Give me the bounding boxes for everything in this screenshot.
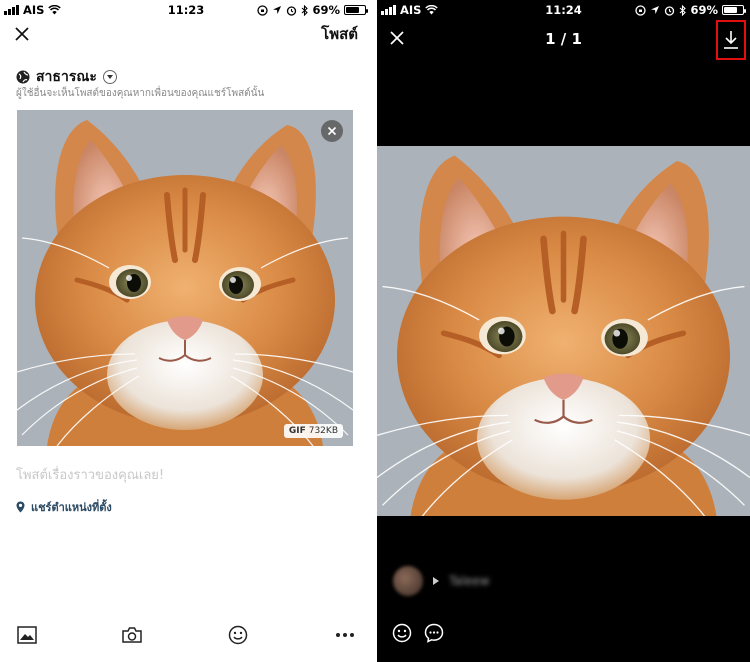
file-type: GIF	[288, 426, 306, 436]
battery-percent: 69%	[690, 3, 718, 17]
file-size: 732KB	[308, 426, 338, 436]
cat-image	[17, 110, 353, 446]
image-icon	[17, 626, 37, 644]
comment-icon	[424, 623, 444, 643]
smiley-icon	[228, 625, 248, 645]
author-row[interactable]: Taleew	[393, 566, 490, 596]
download-button[interactable]	[718, 22, 744, 58]
share-location-button[interactable]: แชร์ตำแหน่งที่ตั้ง	[16, 498, 112, 516]
cat-image	[377, 146, 750, 516]
post-composer-screen: AIS 11:23 69% โพสต์ สาธารณะ ผู้ใช้อื่นจะ…	[0, 0, 372, 662]
chevron-down-icon	[102, 70, 117, 84]
globe-icon	[16, 70, 30, 84]
download-icon	[724, 31, 738, 49]
file-info-badge: GIF 732KB	[283, 424, 343, 438]
privacy-hint: ผู้ใช้อื่นจะเห็นโพสต์ของคุณหากเพื่อนของค…	[16, 88, 265, 99]
attached-gif: GIF 732KB	[17, 110, 353, 446]
bluetooth-icon	[680, 4, 687, 16]
image-button[interactable]	[14, 622, 40, 648]
alarm-icon	[665, 5, 675, 16]
image-counter: 1 / 1	[545, 30, 582, 48]
rotation-lock-icon	[257, 4, 269, 16]
avatar[interactable]	[393, 566, 423, 596]
sticker-button[interactable]	[225, 622, 251, 648]
author-name: Taleew	[449, 574, 490, 588]
camera-button[interactable]	[119, 622, 145, 648]
media-viewer-screen: AIS 11:24 69% 1 / 1 Taleew	[377, 0, 750, 662]
status-bar: AIS 11:24 69%	[377, 0, 750, 20]
comment-button[interactable]	[423, 622, 445, 644]
compose-placeholder[interactable]: โพสต์เรื่องราวของคุณเลย!	[16, 464, 164, 485]
sticker-button[interactable]	[391, 622, 413, 644]
status-bar: AIS 11:23 69%	[0, 0, 372, 20]
battery-percent: 69%	[312, 3, 340, 17]
battery-icon	[722, 5, 746, 15]
location-arrow-icon	[273, 6, 282, 14]
bluetooth-icon	[302, 4, 309, 16]
viewer-image	[377, 146, 750, 516]
share-location-label: แชร์ตำแหน่งที่ตั้ง	[31, 501, 112, 514]
alarm-icon	[287, 5, 297, 16]
battery-icon	[344, 5, 368, 15]
close-icon	[15, 27, 29, 41]
remove-attachment-button[interactable]	[321, 120, 343, 142]
composer-toolbar	[0, 610, 372, 662]
camera-icon	[122, 627, 142, 643]
close-button[interactable]	[10, 22, 34, 46]
post-button[interactable]: โพสต์	[321, 22, 358, 46]
play-icon	[433, 577, 439, 585]
location-pin-icon	[16, 501, 25, 513]
more-icon	[336, 633, 354, 637]
rotation-lock-icon	[635, 4, 647, 16]
privacy-label: สาธารณะ	[36, 69, 97, 85]
location-arrow-icon	[651, 6, 660, 14]
close-icon	[327, 126, 337, 136]
more-button[interactable]	[332, 622, 358, 648]
smiley-icon	[392, 623, 412, 643]
privacy-selector[interactable]: สาธารณะ	[16, 66, 117, 88]
